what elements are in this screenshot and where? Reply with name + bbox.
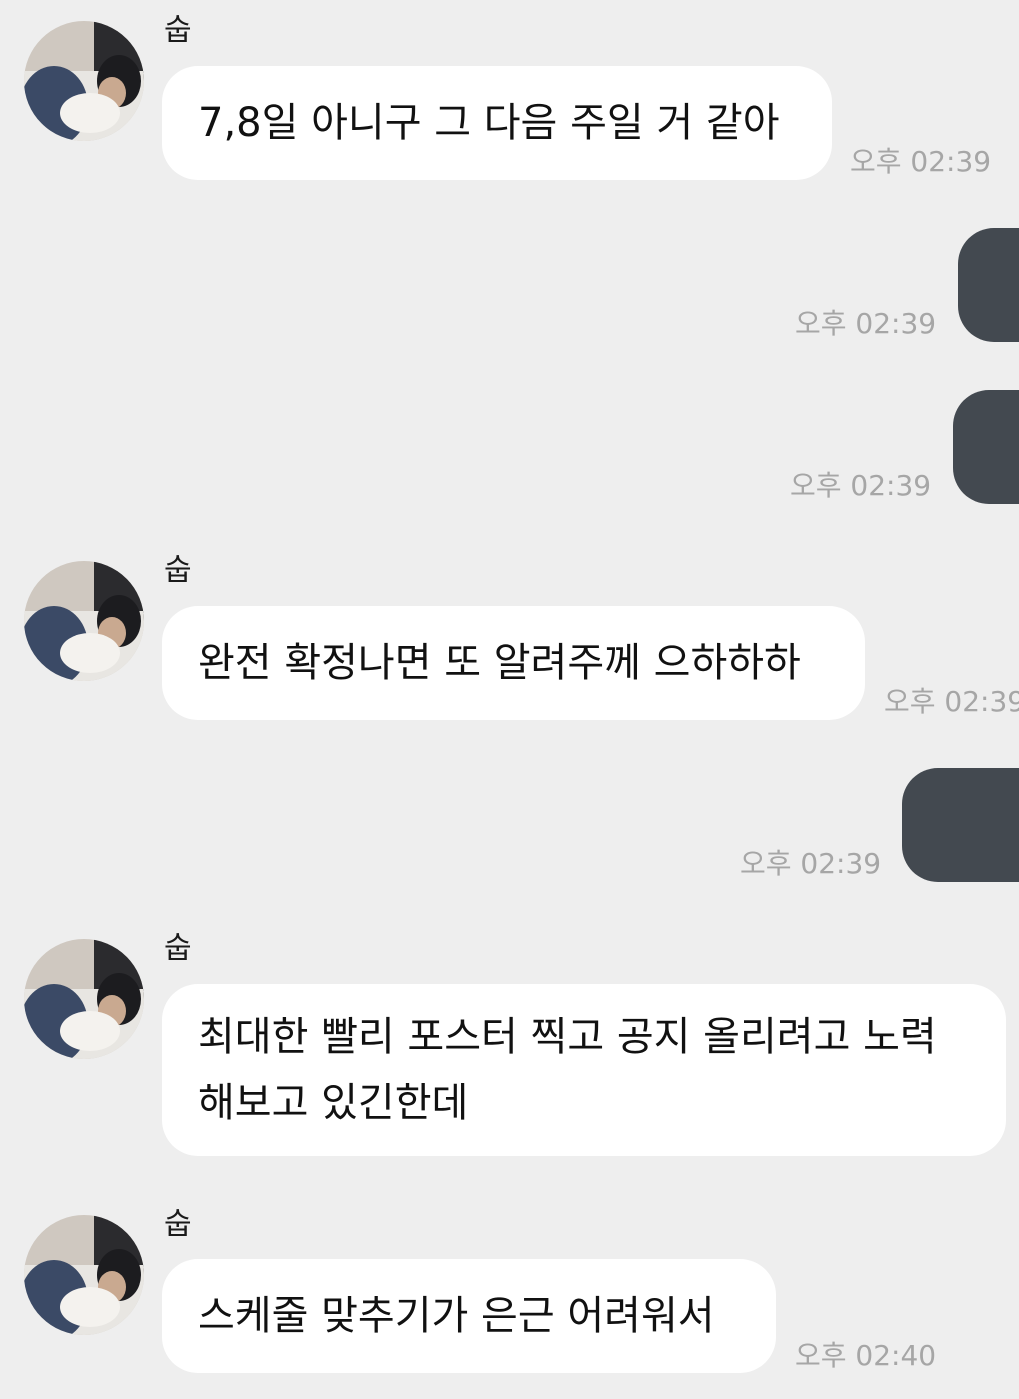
message-bubble[interactable]: 완전 확정나면 또 알려주께 으하하하 — [162, 606, 865, 720]
sender-avatar[interactable] — [24, 1215, 144, 1335]
message-bubble[interactable]: 7,8일 아니구 그 다음 주일 거 같아 — [162, 66, 832, 180]
message-timestamp: 오후 02:39 — [795, 307, 937, 340]
message-line: 최대한 빨리 포스터 찍고 공지 올리려고 노력 — [198, 1014, 937, 1060]
message-bubble[interactable]: 스케줄 맞추기가 은근 어려워서 — [162, 1259, 776, 1373]
sender-name: 숩 — [164, 931, 192, 966]
message-timestamp: 오후 02:39 — [740, 847, 882, 880]
outgoing-message-bubble[interactable] — [953, 390, 1019, 504]
sender-name: 숩 — [164, 13, 192, 48]
message-line: 해보고 있긴한데 — [198, 1080, 469, 1126]
message-timestamp: 오후 02:40 — [795, 1339, 937, 1372]
sender-name: 숩 — [164, 1207, 192, 1242]
message-timestamp: 오후 02:39 — [790, 469, 932, 502]
outgoing-message-bubble[interactable] — [902, 768, 1019, 882]
sender-avatar[interactable] — [24, 939, 144, 1059]
message-bubble[interactable]: 최대한 빨리 포스터 찍고 공지 올리려고 노력 해보고 있긴한데 — [162, 984, 1006, 1156]
sender-avatar[interactable] — [24, 21, 144, 141]
outgoing-message-bubble[interactable] — [958, 228, 1019, 342]
sender-name: 숩 — [164, 553, 192, 588]
message-timestamp: 오후 02:39 — [850, 145, 992, 178]
sender-avatar[interactable] — [24, 561, 144, 681]
message-timestamp: 오후 02:39 — [884, 686, 1019, 718]
